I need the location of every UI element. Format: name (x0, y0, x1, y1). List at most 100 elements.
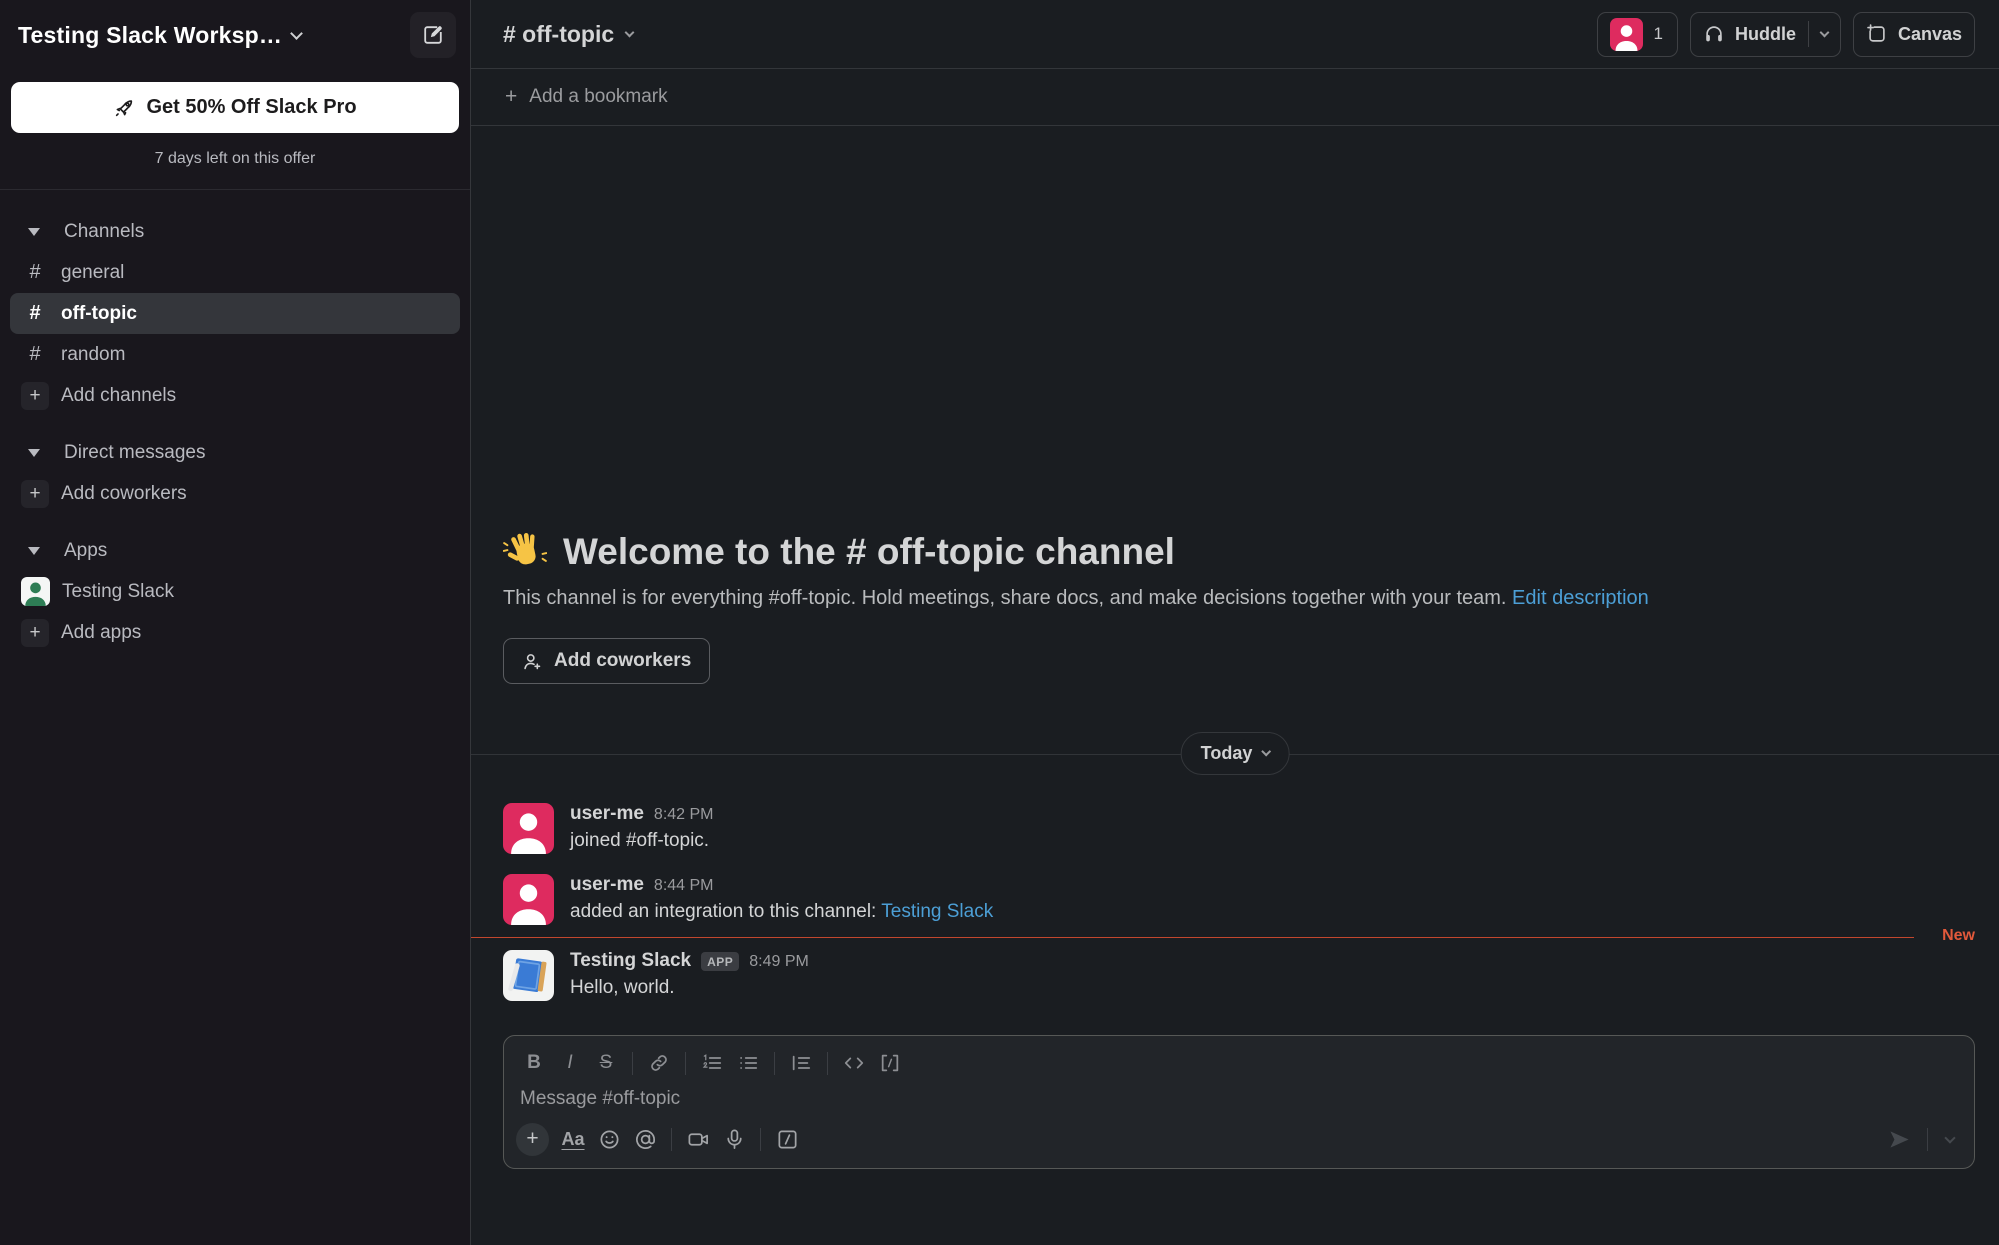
message-timestamp[interactable]: 8:44 PM (654, 877, 714, 895)
chevron-down-icon (625, 27, 635, 37)
apps-section-header[interactable]: Apps (0, 530, 470, 571)
channels-section-header[interactable]: Channels (0, 211, 470, 252)
sidebar-item-general[interactable]: # general (0, 252, 470, 293)
attach-plus-button[interactable]: + (516, 1123, 549, 1156)
channel-header: # off-topic 1 (471, 0, 1999, 69)
message-row[interactable]: user-me 8:44 PM added an integration to … (471, 864, 1999, 935)
huddle-button[interactable]: Huddle (1690, 12, 1841, 57)
add-coworkers-button[interactable]: Add coworkers (503, 638, 710, 684)
huddle-label: Huddle (1735, 24, 1796, 45)
channel-title-button[interactable]: # off-topic (503, 21, 633, 48)
channels-section-label: Channels (64, 221, 144, 243)
hash-icon: # (25, 343, 45, 366)
code-icon[interactable] (836, 1046, 872, 1080)
wave-icon (503, 530, 547, 574)
code-block-icon[interactable] (872, 1046, 908, 1080)
channel-intro: Welcome to the # off-topic channel This … (471, 530, 1999, 684)
today-dropdown[interactable]: Today (1181, 732, 1290, 775)
composer-actions: + Aa (504, 1120, 1974, 1168)
slack-pro-offer-button[interactable]: Get 50% Off Slack Pro (11, 82, 459, 133)
slack-app-window: Testing Slack Worksp… (0, 0, 1999, 1245)
integration-link[interactable]: Testing Slack (881, 901, 993, 922)
add-channels-label: Add channels (61, 385, 176, 407)
slash-command-icon[interactable] (769, 1122, 805, 1156)
message-scroll-area[interactable]: Welcome to the # off-topic channel This … (471, 126, 1999, 1245)
message-text: Hello, world. (570, 977, 809, 999)
app-label: Testing Slack (62, 581, 174, 603)
triangle-down-icon (28, 449, 40, 457)
triangle-down-icon (28, 547, 40, 555)
chevron-down-icon (1261, 747, 1271, 757)
channel-intro-title: Welcome to the # off-topic channel (503, 530, 1967, 574)
workspace-switcher[interactable]: Testing Slack Worksp… (18, 22, 301, 49)
channel-label: general (61, 262, 124, 284)
message-sender[interactable]: Testing Slack (570, 950, 691, 972)
new-message-button[interactable] (410, 12, 456, 58)
channel-description: This channel is for everything #off-topi… (503, 587, 1967, 610)
message-text: added an integration to this channel: Te… (570, 901, 993, 923)
plus-icon: + (505, 85, 517, 109)
avatar[interactable] (503, 874, 554, 925)
format-toggle-button[interactable]: Aa (555, 1122, 591, 1156)
hash-icon: # (25, 302, 45, 325)
message-timestamp[interactable]: 8:49 PM (749, 953, 809, 971)
emoji-icon[interactable] (591, 1122, 627, 1156)
main-pane: # off-topic 1 (471, 0, 1999, 1245)
add-bookmark-label: Add a bookmark (529, 86, 667, 108)
add-channels-button[interactable]: + Add channels (0, 375, 470, 416)
message-row[interactable]: Testing Slack APP 8:49 PM Hello, world. (471, 940, 1999, 1011)
divider (760, 1128, 761, 1151)
avatar[interactable] (503, 803, 554, 854)
bold-button[interactable]: B (516, 1046, 552, 1080)
offer-days-left: 7 days left on this offer (0, 150, 470, 168)
blockquote-icon[interactable] (783, 1046, 819, 1080)
channel-label: random (61, 344, 125, 366)
date-divider: Today (471, 732, 1999, 775)
canvas-button[interactable]: Canvas (1853, 12, 1975, 57)
bullet-list-icon[interactable] (730, 1046, 766, 1080)
add-apps-label: Add apps (61, 622, 141, 644)
video-icon[interactable] (680, 1122, 716, 1156)
divider (671, 1128, 672, 1151)
person-add-icon (522, 651, 543, 672)
new-messages-divider: New (471, 937, 1999, 938)
workspace-header: Testing Slack Worksp… (0, 0, 470, 58)
strikethrough-button[interactable]: S (588, 1046, 624, 1080)
italic-button[interactable]: I (552, 1046, 588, 1080)
offer-button-label: Get 50% Off Slack Pro (146, 96, 356, 119)
message-sender[interactable]: user-me (570, 803, 644, 825)
divider (1808, 21, 1809, 47)
message-composer: B I S (503, 1035, 1975, 1169)
edit-description-link[interactable]: Edit description (1512, 587, 1649, 609)
link-icon[interactable] (641, 1046, 677, 1080)
message-row[interactable]: user-me 8:42 PM joined #off-topic. (471, 793, 1999, 864)
mention-icon[interactable] (627, 1122, 663, 1156)
send-icon[interactable] (1879, 1122, 1919, 1156)
description-text: This channel is for everything #off-topi… (503, 587, 1512, 609)
divider (632, 1052, 633, 1075)
sidebar-nav: Channels # general # off-topic # random … (0, 190, 470, 653)
sidebar-item-off-topic[interactable]: # off-topic (10, 293, 460, 334)
add-coworkers-button-label: Add coworkers (554, 650, 691, 672)
add-bookmark-button[interactable]: + Add a bookmark (471, 69, 1999, 126)
sidebar-item-random[interactable]: # random (0, 334, 470, 375)
divider (1927, 1128, 1928, 1151)
plus-icon: + (21, 619, 49, 647)
app-avatar (21, 577, 50, 606)
message-timestamp[interactable]: 8:42 PM (654, 806, 714, 824)
mic-icon[interactable] (716, 1122, 752, 1156)
channel-title: # off-topic (503, 21, 614, 48)
app-avatar[interactable] (503, 950, 554, 1001)
message-sender[interactable]: user-me (570, 874, 644, 896)
member-count-button[interactable]: 1 (1597, 12, 1677, 57)
dm-section-header[interactable]: Direct messages (0, 432, 470, 473)
ordered-list-icon[interactable] (694, 1046, 730, 1080)
add-apps-button[interactable]: + Add apps (0, 612, 470, 653)
message-input[interactable]: Message #off-topic (504, 1082, 1974, 1120)
send-options-chevron-icon[interactable] (1944, 1132, 1955, 1143)
divider (685, 1052, 686, 1075)
sidebar-item-testing-slack-app[interactable]: Testing Slack (0, 571, 470, 612)
divider (774, 1052, 775, 1075)
add-coworkers-sidebar-button[interactable]: + Add coworkers (0, 473, 470, 514)
chevron-down-icon[interactable] (1820, 27, 1830, 37)
